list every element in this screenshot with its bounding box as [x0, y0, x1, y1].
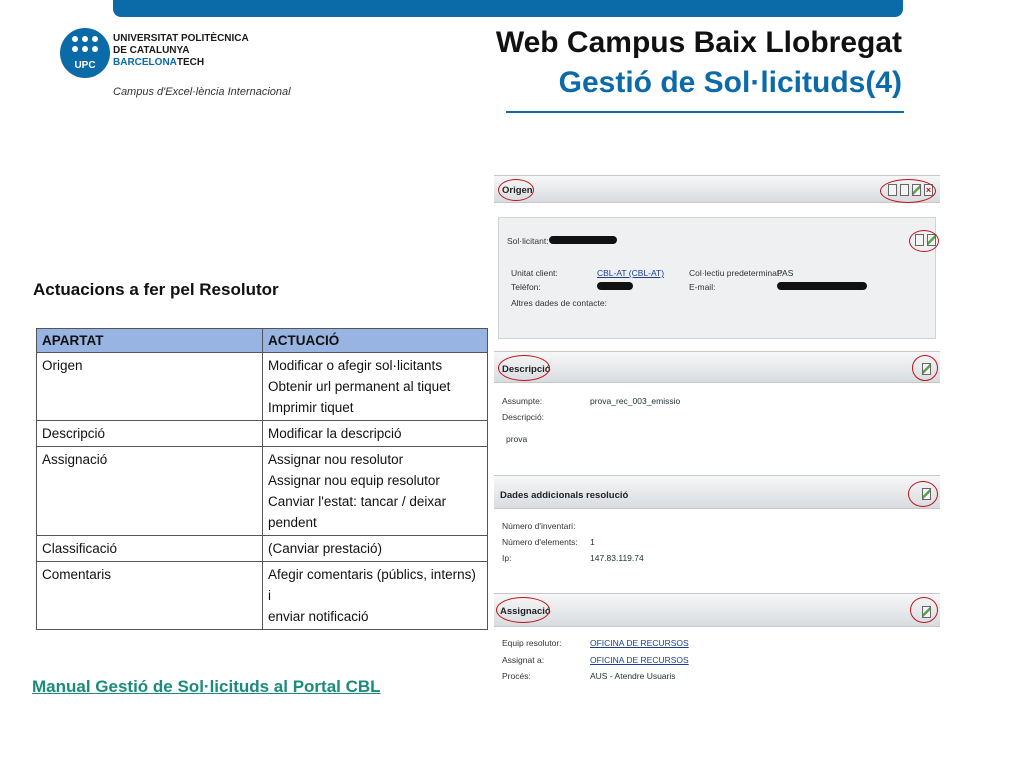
- unitat-value[interactable]: CBL-AT (CBL-AT): [597, 268, 664, 278]
- action-line: Assignar nou equip resolutor: [268, 473, 440, 488]
- solicitant-icons-highlight: [909, 230, 939, 252]
- barcelona-text: BARCELONA: [113, 57, 177, 68]
- email-label: E-mail:: [689, 282, 716, 292]
- campus-tagline: Campus d'Excel·lència Internacional: [113, 86, 291, 98]
- redacted-email: [777, 282, 867, 290]
- assignacio-title-highlight: [496, 597, 550, 623]
- cell-actuacio: Assignar nou resolutor Assignar nou equi…: [262, 446, 488, 536]
- ip-label: Ip:: [502, 553, 512, 563]
- assignacio-icon-highlight: [910, 597, 938, 623]
- equip-value[interactable]: OFICINA DE RECURSOS: [590, 638, 689, 648]
- descripcio-header: Descripció: [494, 351, 940, 383]
- action-line: Imprimir tiquet: [268, 400, 354, 415]
- university-line-1: UNIVERSITAT POLITÈCNICA: [113, 33, 249, 44]
- assignat-value[interactable]: OFICINA DE RECURSOS: [590, 655, 689, 665]
- cell-actuacio: Afegir comentaris (públics, interns) i e…: [262, 561, 488, 630]
- table-row: Comentaris Afegir comentaris (públics, i…: [36, 561, 488, 630]
- proces-value: AUS - Atendre Usuaris: [590, 671, 676, 681]
- table-row: Assignació Assignar nou resolutor Assign…: [36, 446, 488, 536]
- dades-title: Dades addicionals resolució: [500, 490, 629, 501]
- ip-value: 147.83.119.74: [590, 553, 644, 563]
- descripcio-label: Descripció:: [502, 412, 545, 422]
- assumpte-value: prova_rec_003_emissio: [590, 396, 681, 406]
- inventari-label: Número d'inventari:: [502, 521, 576, 531]
- solicitant-panel: Sol·licitant: Unitat client: CBL-AT (CBL…: [498, 217, 939, 339]
- header-apartat: APARTAT: [36, 328, 263, 353]
- unitat-label: Unitat client:: [511, 268, 558, 278]
- action-line: Afegir comentaris (públics, interns) i: [268, 567, 476, 603]
- collectiu-value: PAS: [777, 268, 794, 278]
- manual-link[interactable]: Manual Gestió de Sol·licituds al Portal …: [32, 677, 381, 697]
- cell-actuacio: Modificar o afegir sol·licitants Obtenir…: [262, 352, 488, 421]
- action-line: Obtenir url permanent al tiquet: [268, 379, 451, 394]
- dades-icon-highlight: [908, 481, 938, 507]
- actions-table: APARTAT ACTUACIÓ Origen Modificar o afeg…: [36, 328, 488, 630]
- action-line: Modificar o afegir sol·licitants: [268, 358, 443, 373]
- collectiu-label: Col·lectiu predeterminat:: [689, 268, 782, 278]
- elements-label: Número d'elements:: [502, 537, 578, 547]
- dades-header: Dades addicionals resolució: [494, 475, 940, 509]
- header-actuacio: ACTUACIÓ: [262, 328, 488, 353]
- table-row: Origen Modificar o afegir sol·licitants …: [36, 352, 488, 421]
- cell-apartat: Assignació: [36, 446, 263, 536]
- top-bar: [113, 0, 903, 17]
- origen-header: Origen ×: [494, 175, 940, 203]
- cell-actuacio: (Canviar prestació): [262, 535, 488, 562]
- university-line-2: DE CATALUNYA: [113, 45, 190, 56]
- descripcio-title-highlight: [498, 355, 550, 381]
- redacted-name: [549, 236, 617, 244]
- action-line: Assignar nou resolutor: [268, 452, 404, 467]
- table-row: Descripció Modificar la descripció: [36, 420, 488, 447]
- page-title: Web Campus Baix Llobregat: [495, 26, 902, 59]
- altres-label: Altres dades de contacte:: [511, 298, 607, 308]
- assignat-label: Assignat a:: [502, 655, 545, 665]
- university-name: UNIVERSITAT POLITÈCNICA DE CATALUNYA BAR…: [113, 33, 249, 69]
- elements-value: 1: [590, 537, 595, 547]
- cell-actuacio: Modificar la descripció: [262, 420, 488, 447]
- upc-logo: UPC: [60, 28, 110, 78]
- section-label: Actuacions a fer pel Resolutor: [33, 280, 279, 299]
- page-subtitle: Gestió de Sol·licituds(4): [558, 66, 902, 99]
- assignacio-header: Assignació: [494, 593, 940, 627]
- assumpte-label: Assumpte:: [502, 396, 543, 406]
- action-line: enviar notificació: [268, 609, 369, 624]
- origen-icons-highlight: [880, 179, 936, 203]
- origen-title-highlight: [498, 179, 534, 201]
- slide: UPC UNIVERSITAT POLITÈCNICA DE CATALUNYA…: [0, 0, 1024, 768]
- cell-apartat: Origen: [36, 352, 263, 421]
- logo-text: UPC: [74, 60, 96, 71]
- table-header-row: APARTAT ACTUACIÓ: [36, 328, 488, 353]
- action-line: Canviar l'estat: tancar / deixar pendent: [268, 494, 447, 530]
- cell-apartat: Descripció: [36, 420, 263, 447]
- action-line: (Canviar prestació): [268, 541, 383, 556]
- cell-apartat: Classificació: [36, 535, 263, 562]
- barcelonatech: BARCELONATECH: [113, 57, 249, 69]
- equip-label: Equip resolutor:: [502, 638, 562, 648]
- tech-text: TECH: [176, 57, 205, 68]
- descripcio-value: prova: [506, 434, 528, 444]
- title-divider: [506, 111, 904, 113]
- descripcio-icon-highlight: [912, 355, 938, 381]
- proces-label: Procés:: [502, 671, 531, 681]
- action-line: Modificar la descripció: [268, 426, 402, 441]
- table-row: Classificació (Canviar prestació): [36, 535, 488, 562]
- solicitant-label: Sol·licitant:: [507, 236, 549, 246]
- cell-apartat: Comentaris: [36, 561, 263, 630]
- telefon-label: Telèfon:: [511, 282, 541, 292]
- redacted-phone: [597, 282, 633, 290]
- embedded-screenshot: Origen × Sol·licitant: Unitat client: CB…: [494, 173, 940, 683]
